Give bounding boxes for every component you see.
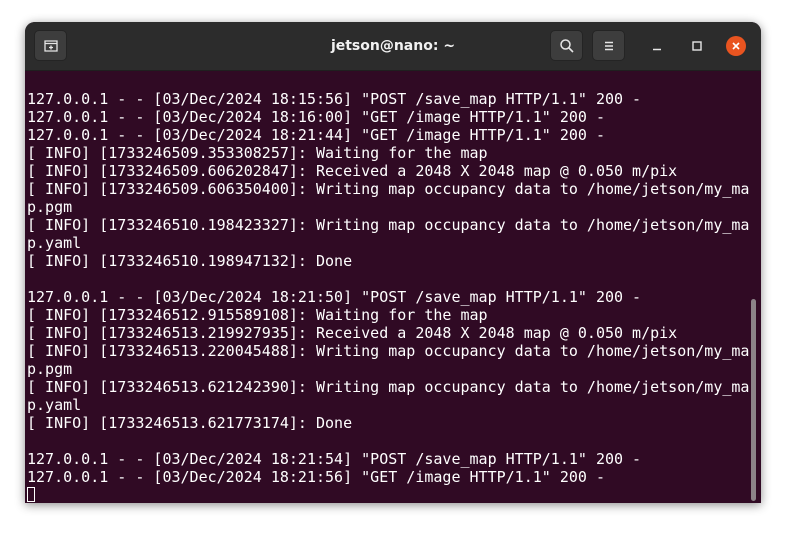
- maximize-button[interactable]: [687, 36, 707, 56]
- scrollbar[interactable]: [751, 299, 756, 501]
- maximize-icon: [692, 41, 702, 51]
- terminal-line: p.yaml: [27, 396, 82, 414]
- terminal-line: p.pgm: [27, 198, 73, 216]
- terminal-line: 127.0.0.1 - - [03/Dec/2024 18:21:56] "GE…: [27, 468, 605, 486]
- terminal-line: 127.0.0.1 - - [03/Dec/2024 18:15:56] "PO…: [27, 90, 642, 108]
- terminal-line: [27, 486, 749, 503]
- terminal-line: 127.0.0.1 - - [03/Dec/2024 18:21:50] "PO…: [27, 288, 642, 306]
- terminal-line: p.yaml: [27, 234, 82, 252]
- terminal-line: [ INFO] [1733246513.219927935]: Received…: [27, 324, 678, 342]
- new-tab-button[interactable]: [34, 30, 67, 61]
- terminal-line: [ INFO] [1733246509.353308257]: Waiting …: [27, 144, 488, 162]
- terminal-line: [ INFO] [1733246509.606202847]: Received…: [27, 162, 678, 180]
- terminal-lines: 127.0.0.1 - - [03/Dec/2024 18:15:56] "PO…: [27, 90, 749, 503]
- terminal-output[interactable]: 127.0.0.1 - - [03/Dec/2024 18:15:56] "PO…: [25, 71, 761, 503]
- search-icon: [560, 39, 574, 53]
- menu-button[interactable]: [592, 30, 625, 61]
- terminal-line: 127.0.0.1 - - [03/Dec/2024 18:21:54] "PO…: [27, 450, 642, 468]
- terminal-line: 127.0.0.1 - - [03/Dec/2024 18:16:00] "GE…: [27, 108, 605, 126]
- close-icon: [732, 42, 740, 50]
- close-button[interactable]: [726, 36, 746, 56]
- terminal-line: [ INFO] [1733246513.621773174]: Done: [27, 414, 353, 432]
- terminal-line: [ INFO] [1733246510.198947132]: Done: [27, 252, 353, 270]
- terminal-line: 127.0.0.1 - - [03/Dec/2024 18:21:44] "GE…: [27, 126, 605, 144]
- terminal-line: [ INFO] [1733246512.915589108]: Waiting …: [27, 306, 488, 324]
- terminal-line: [ INFO] [1733246513.220045488]: Writing …: [27, 342, 750, 360]
- search-button[interactable]: [550, 30, 583, 61]
- text-cursor: [27, 487, 35, 502]
- terminal-line: [ INFO] [1733246513.621242390]: Writing …: [27, 378, 750, 396]
- terminal-line: [ INFO] [1733246509.606350400]: Writing …: [27, 180, 750, 198]
- title-bar[interactable]: jetson@nano: ~: [25, 22, 761, 71]
- terminal-line: p.pgm: [27, 360, 73, 378]
- hamburger-menu-icon: [605, 41, 613, 51]
- new-tab-icon: [44, 40, 58, 52]
- terminal-line: [ INFO] [1733246510.198423327]: Writing …: [27, 216, 750, 234]
- minimize-icon: [653, 48, 661, 51]
- terminal-window: jetson@nano: ~ 127.0.0.1 - - [03/Dec/202…: [25, 22, 761, 503]
- minimize-button[interactable]: [647, 36, 667, 56]
